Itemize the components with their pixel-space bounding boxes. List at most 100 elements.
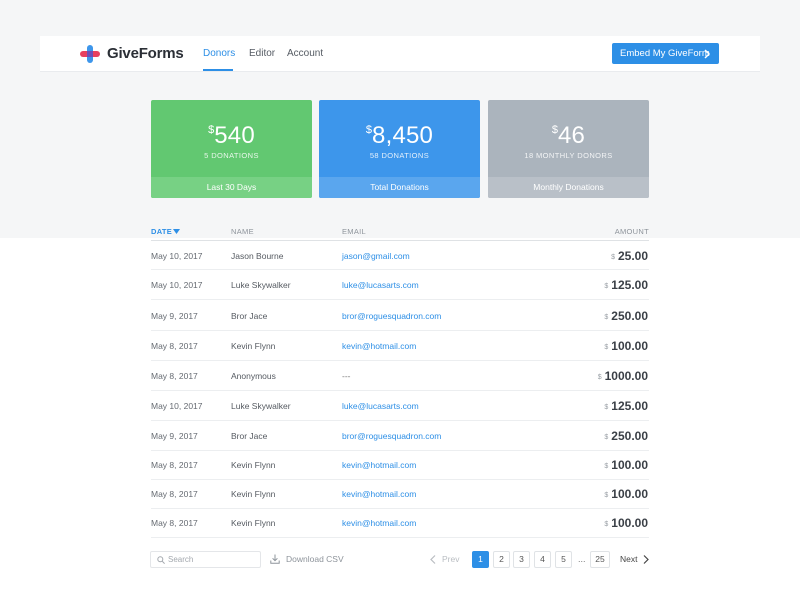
row-amount: 1000.00 (604, 369, 648, 383)
giveforms-logo-icon (80, 45, 100, 63)
column-header-amount: AMOUNT (614, 227, 649, 236)
page-button-1[interactable]: 1 (472, 551, 489, 568)
top-header: GiveForms Donors Editor Account Embed My… (40, 36, 760, 72)
search-input[interactable] (168, 553, 258, 566)
row-email-link[interactable]: kevin@hotmail.com (342, 508, 416, 538)
next-label: Next (620, 554, 638, 564)
row-name: Bror Jace (231, 431, 268, 441)
row-date: May 10, 2017 (151, 280, 203, 290)
row-email-link[interactable]: bror@roguesquadron.com (342, 301, 441, 331)
row-currency: $ (604, 521, 609, 528)
download-csv-label: Download CSV (286, 554, 344, 564)
stat-card-monthly-donations: $46 18 MONTHLY DONORS Monthly Donations (488, 100, 649, 198)
row-date: May 8, 2017 (151, 518, 198, 528)
row-currency: $ (604, 283, 609, 290)
row-email-link[interactable]: jason@gmail.com (342, 241, 410, 271)
row-name: Jason Bourne (231, 251, 284, 261)
row-name: Kevin Flynn (231, 341, 276, 351)
row-date: May 10, 2017 (151, 401, 203, 411)
row-email-link[interactable]: kevin@hotmail.com (342, 331, 416, 361)
stat-subtitle: 5 DONATIONS (204, 151, 259, 160)
row-name: Anonymous (231, 371, 276, 381)
row-amount: 250.00 (611, 309, 648, 323)
search-icon (157, 556, 165, 564)
row-name: Bror Jace (231, 311, 268, 321)
row-date: May 8, 2017 (151, 341, 198, 351)
row-email-link[interactable]: kevin@hotmail.com (342, 450, 416, 480)
tab-account[interactable]: Account (287, 48, 323, 59)
stat-subtitle: 18 MONTHLY DONORS (524, 151, 613, 160)
row-date: May 9, 2017 (151, 311, 198, 321)
table-row: May 8, 2017 Kevin Flynn kevin@hotmail.co… (151, 450, 649, 480)
stat-footer: Total Donations (319, 177, 480, 198)
stat-subtitle: 58 DONATIONS (369, 151, 430, 160)
row-date: May 8, 2017 (151, 460, 198, 470)
sort-caret-down-icon[interactable] (173, 229, 180, 234)
row-date: May 8, 2017 (151, 371, 198, 381)
chevron-left-icon (430, 555, 436, 564)
stat-currency: $ (208, 124, 215, 136)
chevron-right-icon (643, 555, 649, 564)
prev-label: Prev (442, 554, 460, 564)
row-name: Luke Skywalker (231, 280, 291, 290)
row-amount: 100.00 (611, 339, 648, 353)
column-header-name: NAME (231, 227, 254, 236)
table-row: May 10, 2017 Luke Skywalker luke@lucasar… (151, 270, 649, 300)
table-row: May 8, 2017 Anonymous --- $1000.00 (151, 361, 649, 391)
tab-donors[interactable]: Donors (203, 48, 235, 59)
tab-editor[interactable]: Editor (249, 48, 275, 59)
active-tab-indicator (203, 69, 233, 71)
row-amount: 250.00 (611, 429, 648, 443)
page-button-3[interactable]: 3 (513, 551, 530, 568)
row-email-link[interactable]: luke@lucasarts.com (342, 391, 419, 421)
stat-footer: Last 30 Days (151, 177, 312, 198)
embed-button-label: Embed My GiveForm (620, 48, 710, 59)
embed-giveform-button[interactable]: Embed My GiveForm (612, 43, 719, 64)
stat-value: 46 (558, 122, 586, 149)
table-row: May 10, 2017 Luke Skywalker luke@lucasar… (151, 391, 649, 421)
search-box (150, 551, 261, 568)
stat-value: 540 (214, 122, 255, 149)
chevron-right-icon (704, 49, 711, 59)
page-button-4[interactable]: 4 (534, 551, 551, 568)
row-amount: 100.00 (611, 516, 648, 530)
row-currency: $ (597, 374, 602, 381)
row-email-empty: --- (342, 371, 351, 381)
table-row: May 8, 2017 Kevin Flynn kevin@hotmail.co… (151, 479, 649, 509)
row-amount: 25.00 (617, 249, 648, 263)
row-amount: 125.00 (611, 399, 648, 413)
stat-currency: $ (365, 124, 373, 136)
row-currency: $ (604, 434, 609, 441)
pagination-ellipsis: ... (578, 554, 586, 564)
row-email-link[interactable]: bror@roguesquadron.com (342, 421, 441, 451)
table-row: May 9, 2017 Bror Jace bror@roguesquadron… (151, 301, 649, 331)
column-header-email: EMAIL (342, 227, 367, 236)
row-amount: 100.00 (611, 487, 648, 501)
row-name: Kevin Flynn (231, 518, 276, 528)
row-currency: $ (604, 492, 609, 499)
stat-value: 8,450 (372, 122, 434, 149)
table-row: May 8, 2017 Kevin Flynn kevin@hotmail.co… (151, 508, 649, 538)
row-amount: 100.00 (611, 458, 648, 472)
row-name: Kevin Flynn (231, 489, 276, 499)
table-row: May 10, 2017 Jason Bourne jason@gmail.co… (151, 240, 649, 270)
brand-name: GiveForms (107, 45, 184, 62)
row-date: May 10, 2017 (151, 251, 203, 261)
row-date: May 8, 2017 (151, 489, 198, 499)
row-email-link[interactable]: kevin@hotmail.com (342, 479, 416, 509)
stat-card-total-donations: $8,450 58 DONATIONS Total Donations (319, 100, 480, 198)
row-amount: 125.00 (611, 278, 648, 292)
row-currency: $ (604, 404, 609, 411)
stat-footer: Monthly Donations (488, 177, 649, 198)
page-button-2[interactable]: 2 (493, 551, 510, 568)
page-button-5[interactable]: 5 (555, 551, 572, 568)
row-name: Kevin Flynn (231, 460, 276, 470)
row-email-link[interactable]: luke@lucasarts.com (342, 270, 419, 300)
stat-card-last-30-days: $540 5 DONATIONS Last 30 Days (151, 100, 312, 198)
row-currency: $ (611, 254, 615, 261)
row-name: Luke Skywalker (231, 401, 291, 411)
page-button-last[interactable]: 25 (590, 551, 610, 568)
row-date: May 9, 2017 (151, 431, 198, 441)
row-currency: $ (604, 344, 609, 351)
column-header-date[interactable]: DATE (151, 227, 172, 236)
